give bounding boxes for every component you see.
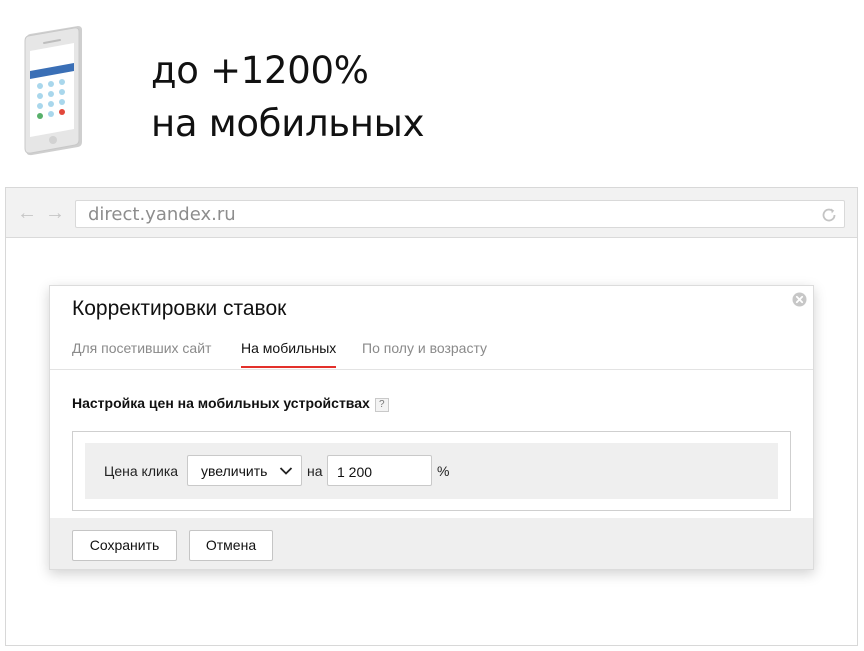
cancel-button[interactable]: Отмена bbox=[189, 530, 273, 561]
smartphone-icon bbox=[20, 26, 86, 158]
promo-headline: до +1200% на мобильных bbox=[151, 44, 425, 150]
reload-icon[interactable] bbox=[820, 206, 838, 224]
forward-arrow-icon[interactable]: → bbox=[45, 203, 65, 223]
save-button[interactable]: Сохранить bbox=[72, 530, 177, 561]
preposition-label: на bbox=[307, 463, 323, 479]
click-price-row: Цена клика увеличить на 1 200 % bbox=[85, 443, 778, 499]
help-icon[interactable]: ? bbox=[374, 398, 389, 412]
select-value: увеличить bbox=[201, 463, 268, 479]
settings-box: Цена клика увеличить на 1 200 % bbox=[72, 431, 791, 511]
back-arrow-icon[interactable]: ← bbox=[17, 203, 37, 223]
dialog-title: Корректировки ставок bbox=[72, 297, 287, 320]
promo-headline-line1: до +1200% bbox=[151, 49, 369, 92]
tabs-divider bbox=[50, 369, 813, 370]
chevron-down-icon bbox=[279, 467, 293, 475]
adjustment-direction-select[interactable]: увеличить bbox=[187, 455, 302, 486]
address-url: direct.yandex.ru bbox=[88, 204, 236, 225]
browser-toolbar: ← → direct.yandex.ru bbox=[6, 188, 857, 238]
bid-adjustments-dialog: Корректировки ставок Для посетивших сайт… bbox=[49, 285, 814, 570]
section-heading-text: Настройка цен на мобильных устройствах bbox=[72, 395, 370, 411]
address-bar[interactable]: direct.yandex.ru bbox=[75, 200, 845, 228]
close-icon[interactable] bbox=[792, 292, 807, 307]
promo-headline-line2: на мобильных bbox=[151, 102, 425, 145]
tab-mobile[interactable]: На мобильных bbox=[241, 339, 337, 368]
tab-site-visitors[interactable]: Для посетивших сайт bbox=[72, 339, 211, 357]
percent-input-value: 1 200 bbox=[337, 464, 373, 480]
percent-input[interactable]: 1 200 bbox=[327, 455, 432, 486]
tab-gender-age[interactable]: По полу и возрасту bbox=[362, 339, 487, 357]
section-heading: Настройка цен на мобильных устройствах? bbox=[72, 395, 389, 412]
dialog-footer: Сохранить Отмена bbox=[50, 518, 813, 569]
percent-unit-label: % bbox=[437, 463, 450, 479]
click-price-label: Цена клика bbox=[104, 463, 179, 479]
